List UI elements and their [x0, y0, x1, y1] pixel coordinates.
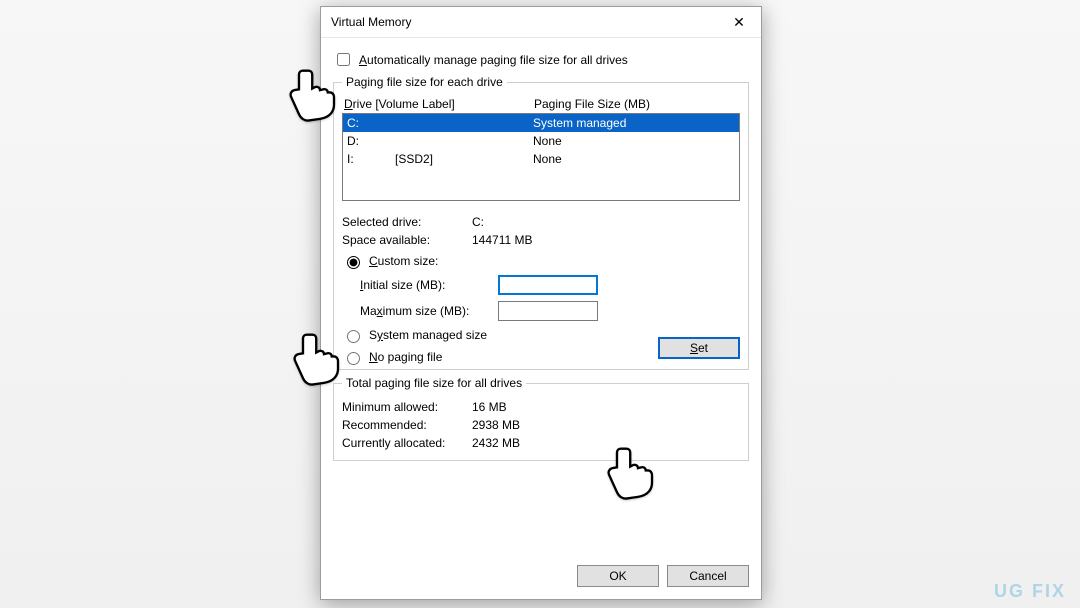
auto-manage-checkbox[interactable]: Automatically manage paging file size fo…: [333, 50, 749, 69]
cancel-button[interactable]: Cancel: [667, 565, 749, 587]
watermark: UG FIX: [994, 581, 1066, 602]
drive-list-headers: Drive [Volume Label] Paging File Size (M…: [344, 97, 738, 111]
initial-size-row: Initial size (MB):: [342, 275, 740, 295]
drive-row-c[interactable]: C: System managed: [343, 114, 739, 132]
ok-button[interactable]: OK: [577, 565, 659, 587]
totals-group: Total paging file size for all drives Mi…: [333, 376, 749, 461]
space-available-value: 144711 MB: [472, 233, 740, 247]
totals-cur-value: 2432 MB: [472, 436, 740, 450]
maximum-size-row: Maximum size (MB):: [342, 301, 740, 321]
drive-row-d[interactable]: D: None: [343, 132, 739, 150]
selected-drive-row: Selected drive: C:: [342, 215, 740, 229]
close-icon: ✕: [733, 15, 745, 29]
space-available-row: Space available: 144711 MB: [342, 233, 740, 247]
window-title: Virtual Memory: [331, 15, 717, 29]
close-button[interactable]: ✕: [717, 7, 761, 37]
header-drive: Drive [Volume Label]: [344, 97, 534, 111]
dialog-footer: OK Cancel: [321, 557, 761, 599]
system-managed-radio-input[interactable]: [347, 330, 360, 343]
custom-size-radio-input[interactable]: [347, 256, 360, 269]
totals-legend: Total paging file size for all drives: [342, 376, 526, 390]
each-drive-group: Paging file size for each drive Drive [V…: [333, 75, 749, 370]
totals-rec-value: 2938 MB: [472, 418, 740, 432]
initial-size-input[interactable]: [498, 275, 598, 295]
drive-list[interactable]: C: System managed D: None I: [SSD2] None: [342, 113, 740, 201]
auto-manage-checkbox-input[interactable]: [337, 53, 350, 66]
auto-manage-label: Automatically manage paging file size fo…: [359, 53, 628, 67]
selected-drive-value: C:: [472, 215, 740, 229]
totals-min-value: 16 MB: [472, 400, 740, 414]
no-paging-radio-input[interactable]: [347, 352, 360, 365]
each-drive-legend: Paging file size for each drive: [342, 75, 507, 89]
custom-size-radio[interactable]: Custom size:: [342, 253, 740, 269]
totals-rec-row: Recommended: 2938 MB: [342, 418, 740, 432]
maximum-size-label: Maximum size (MB):: [342, 304, 498, 318]
totals-min-row: Minimum allowed: 16 MB: [342, 400, 740, 414]
maximum-size-input[interactable]: [498, 301, 598, 321]
initial-size-label: Initial size (MB):: [342, 278, 498, 292]
header-size: Paging File Size (MB): [534, 97, 738, 111]
totals-cur-row: Currently allocated: 2432 MB: [342, 436, 740, 450]
virtual-memory-dialog: Virtual Memory ✕ Automatically manage pa…: [320, 6, 762, 600]
drive-row-i[interactable]: I: [SSD2] None: [343, 150, 739, 168]
titlebar: Virtual Memory ✕: [321, 7, 761, 38]
set-button[interactable]: Set: [658, 337, 740, 359]
